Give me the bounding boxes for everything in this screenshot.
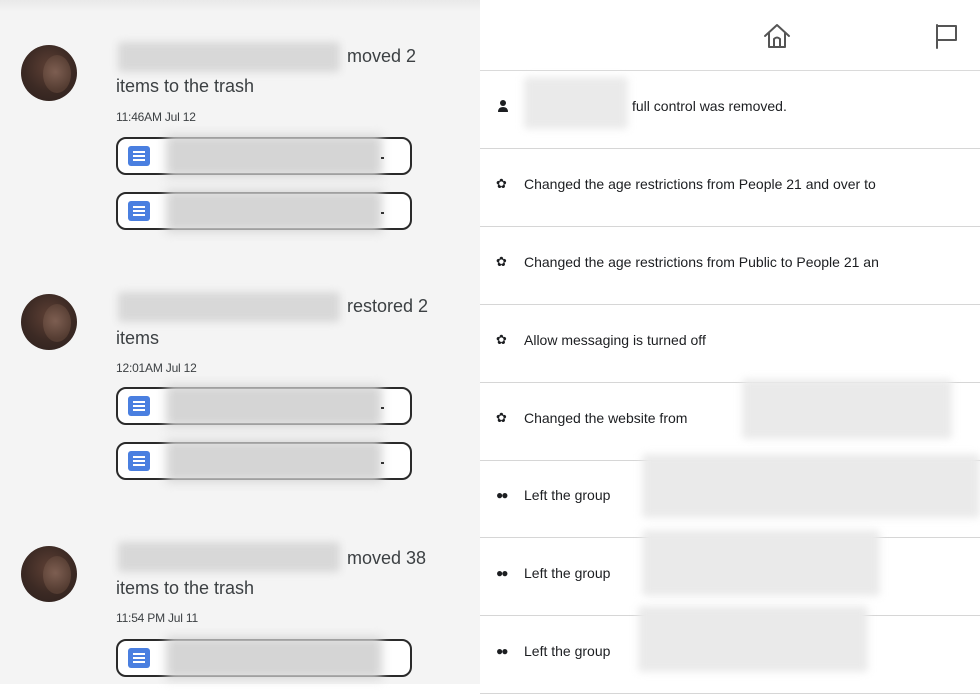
file-chip[interactable] (116, 637, 412, 679)
group-icon: ●● (496, 644, 509, 658)
log-text: full control was removed. (632, 98, 787, 114)
log-text: Changed the age restrictions from Public… (524, 254, 879, 270)
redacted-website (742, 379, 952, 439)
log-row: full control was removed. (480, 71, 980, 149)
redacted-group-name (638, 606, 868, 672)
log-row: ●● Left the group (480, 530, 980, 616)
person-icon (496, 99, 510, 113)
gear-icon: ✿ (496, 176, 507, 191)
redacted-group-name (642, 530, 880, 596)
file-chip[interactable] (116, 135, 412, 177)
log-row: ✿ Changed the age restrictions from Publ… (480, 227, 980, 305)
group-icon: ●● (496, 488, 509, 502)
doc-icon (128, 451, 150, 471)
gear-icon: ✿ (496, 254, 507, 269)
redacted-file-name (166, 190, 382, 232)
gear-icon: ✿ (496, 410, 507, 425)
activity-time: 12:01AM Jul 12 (116, 361, 197, 375)
activity-detail: items (116, 328, 160, 348)
redacted-group-name (642, 454, 980, 518)
log-row: ✿ Changed the age restrictions from Peop… (480, 149, 980, 227)
home-icon[interactable] (762, 22, 792, 55)
activity-time: 11:46AM Jul 12 (116, 110, 196, 124)
activity-action: moved 38 (347, 548, 427, 568)
log-text: Left the group (524, 565, 611, 581)
page-activity-log: full control was removed. ✿ Changed the … (480, 0, 980, 694)
log-text: Left the group (524, 643, 611, 659)
avatar (21, 294, 77, 350)
doc-icon (128, 201, 150, 221)
file-chip[interactable] (116, 190, 412, 232)
doc-icon (128, 648, 150, 668)
activity-detail: items to the trash (116, 76, 255, 96)
redacted-user-name (118, 292, 340, 322)
file-chip[interactable] (116, 385, 412, 427)
drive-activity-panel: moved 2 items to the trash 11:46AM Jul 1… (0, 0, 480, 684)
log-row: ●● Left the group (480, 606, 980, 694)
log-text: Allow messaging is turned off (524, 332, 706, 348)
avatar (21, 546, 77, 602)
log-text: Left the group (524, 487, 611, 503)
redacted-file-name (166, 440, 382, 482)
file-chip[interactable] (116, 440, 412, 482)
redacted-file-name (166, 135, 382, 177)
log-row: ✿ Changed the website from (480, 379, 980, 461)
redacted-user-name (524, 77, 628, 129)
avatar (21, 45, 77, 101)
log-row: ✿ Allow messaging is turned off (480, 305, 980, 383)
gear-icon: ✿ (496, 332, 507, 347)
doc-icon (128, 146, 150, 166)
top-bar (480, 0, 980, 71)
doc-icon (128, 396, 150, 416)
flag-icon[interactable] (932, 22, 960, 55)
redacted-file-name (166, 385, 382, 427)
activity-action: moved 2 (347, 46, 417, 66)
redacted-user-name (118, 42, 340, 72)
log-text: Changed the website from (524, 410, 688, 426)
redacted-user-name (118, 542, 340, 572)
top-edge (0, 0, 480, 12)
group-icon: ●● (496, 566, 509, 580)
log-text: Changed the age restrictions from People… (524, 176, 876, 192)
activity-detail: items to the trash (116, 578, 255, 598)
redacted-file-name (166, 637, 382, 679)
activity-time: 11:54 PM Jul 11 (116, 611, 198, 625)
log-row: ●● Left the group (480, 454, 980, 538)
activity-action: restored 2 (347, 296, 429, 316)
